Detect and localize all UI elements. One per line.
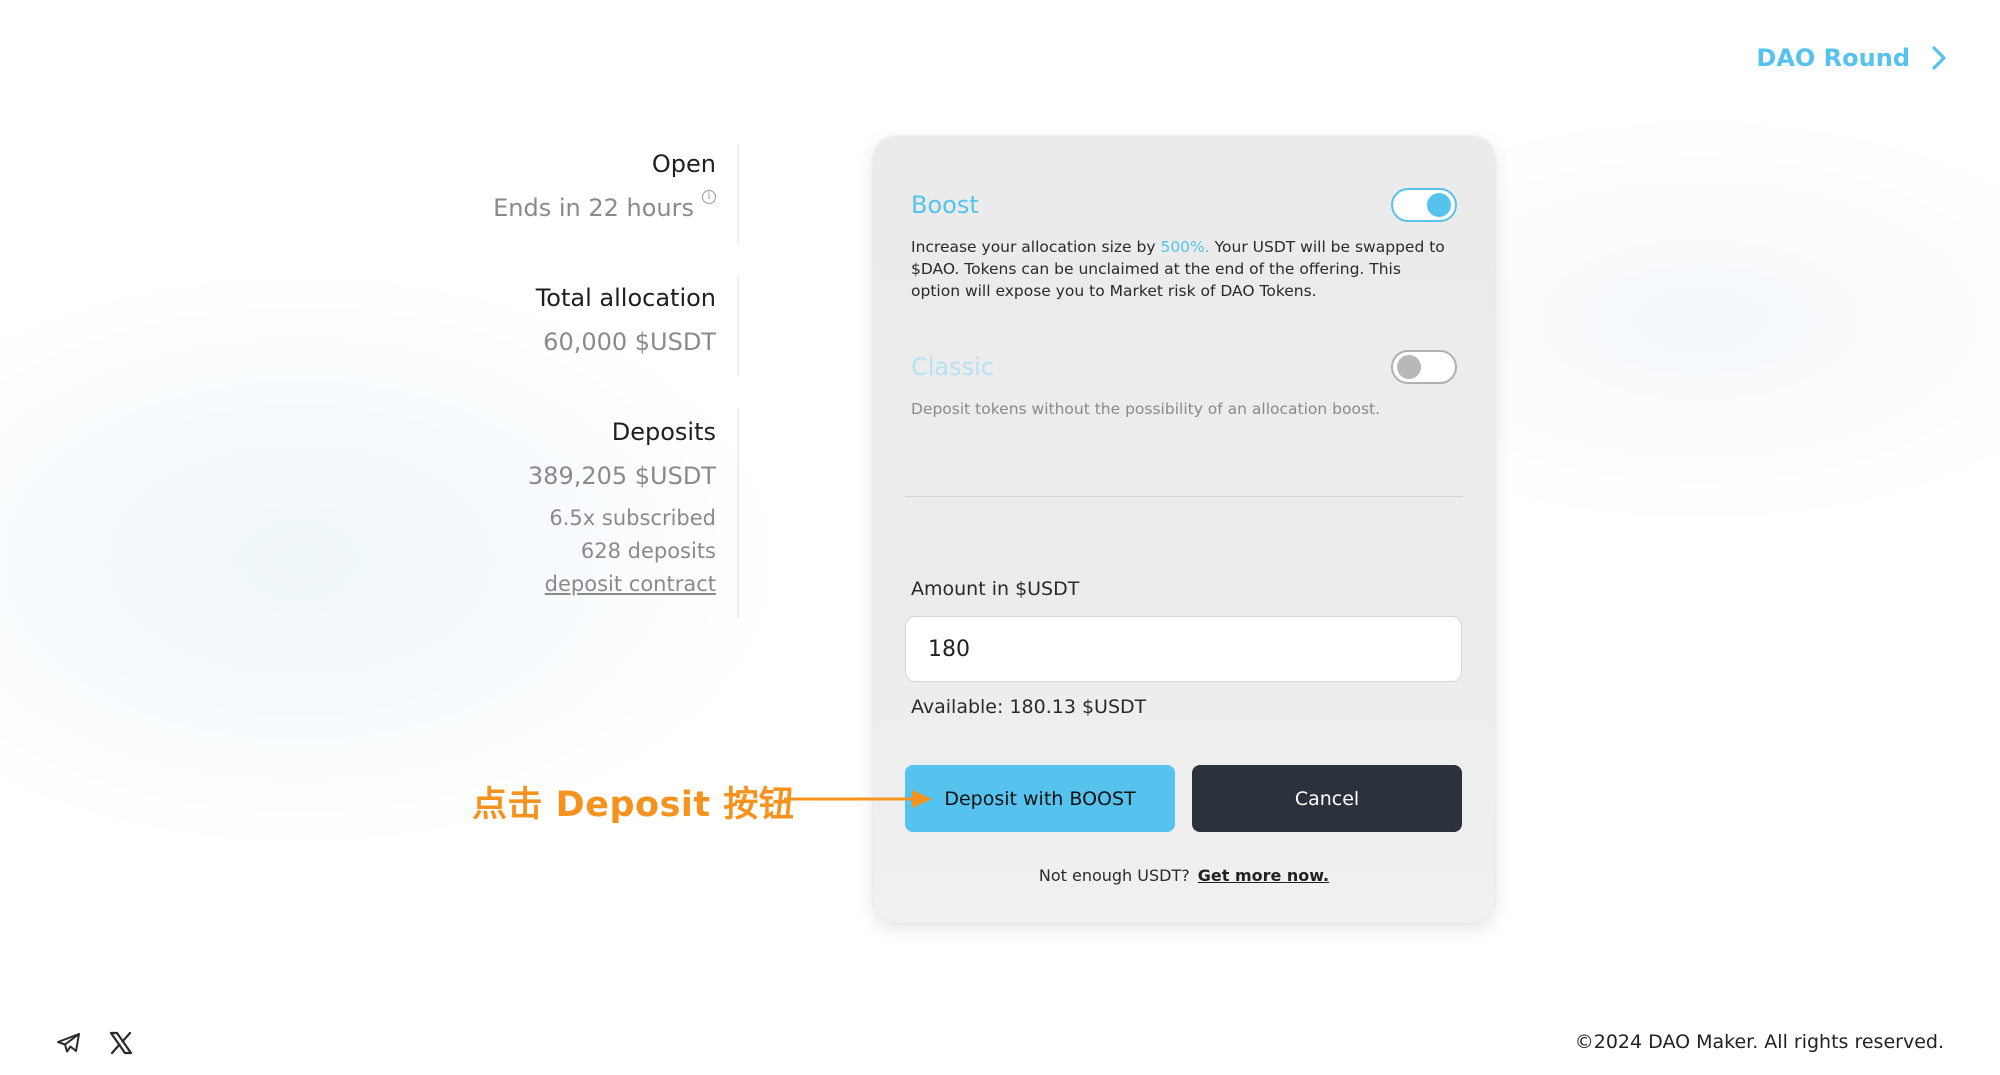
toggle-knob <box>1397 355 1421 379</box>
not-enough-row: Not enough USDT? Get more now. <box>873 866 1495 885</box>
annotation-label: 点击 Deposit 按钮 <box>472 785 795 825</box>
social-icons <box>56 1030 134 1056</box>
telegram-icon[interactable] <box>56 1030 82 1056</box>
boost-toggle[interactable] <box>1391 188 1457 222</box>
offering-stats: Open Ends in 22 hours i Total allocation … <box>400 144 739 618</box>
copyright-text: ©2024 DAO Maker. All rights reserved. <box>1574 1031 1944 1053</box>
classic-option-row: Classic <box>911 350 1457 384</box>
total-allocation-value: 60,000 $USDT <box>543 328 716 356</box>
ends-in-row: Ends in 22 hours i <box>400 190 716 224</box>
info-icon[interactable]: i <box>702 190 716 204</box>
subscribed-text: 6.5x subscribed <box>549 506 716 530</box>
boost-option-row: Boost <box>911 188 1457 222</box>
total-allocation-label: Total allocation <box>535 284 716 312</box>
chevron-right-icon <box>1932 46 1946 70</box>
deposit-with-boost-button[interactable]: Deposit with BOOST <box>905 765 1175 832</box>
toggle-knob <box>1427 193 1451 217</box>
annotation-arrow-icon <box>784 790 932 808</box>
divider-line <box>737 144 739 244</box>
boost-description: Increase your allocation size by 500%. Y… <box>911 236 1445 302</box>
ends-in-text: Ends in 22 hours <box>493 194 694 222</box>
total-allocation-block: Total allocation 60,000 $USDT <box>400 276 739 384</box>
deposit-count: 628 deposits <box>580 539 716 563</box>
get-more-link[interactable]: Get more now. <box>1198 866 1329 885</box>
deposit-contract-row: deposit contract <box>400 568 716 601</box>
classic-toggle[interactable] <box>1391 350 1457 384</box>
status-block: Open Ends in 22 hours i <box>400 144 739 250</box>
x-twitter-icon[interactable] <box>108 1030 134 1056</box>
boost-desc-before: Increase your allocation size by <box>911 238 1161 256</box>
cancel-button[interactable]: Cancel <box>1192 765 1462 832</box>
not-enough-text: Not enough USDT? <box>1038 866 1190 885</box>
card-divider <box>905 496 1463 497</box>
divider-line <box>737 276 739 376</box>
boost-percent: 500%. <box>1160 238 1210 256</box>
deposits-value: 389,205 $USDT <box>527 462 716 490</box>
boost-title: Boost <box>911 191 979 219</box>
classic-description: Deposit tokens without the possibility o… <box>911 400 1381 418</box>
available-balance: Available: 180.13 $USDT <box>911 696 1147 718</box>
status-label: Open <box>651 150 716 178</box>
deposit-card: Boost Increase your allocation size by 5… <box>873 136 1495 923</box>
divider-line <box>737 408 739 618</box>
amount-label: Amount in $USDT <box>911 578 1080 600</box>
dao-round-label: DAO Round <box>1756 44 1910 72</box>
dao-round-link[interactable]: DAO Round <box>1756 44 1950 72</box>
classic-title: Classic <box>911 353 995 381</box>
deposits-label: Deposits <box>611 418 716 446</box>
amount-input[interactable] <box>905 616 1462 682</box>
deposit-contract-link[interactable]: deposit contract <box>545 572 716 596</box>
deposits-block: Deposits 389,205 $USDT 6.5x subscribed 6… <box>400 408 739 618</box>
